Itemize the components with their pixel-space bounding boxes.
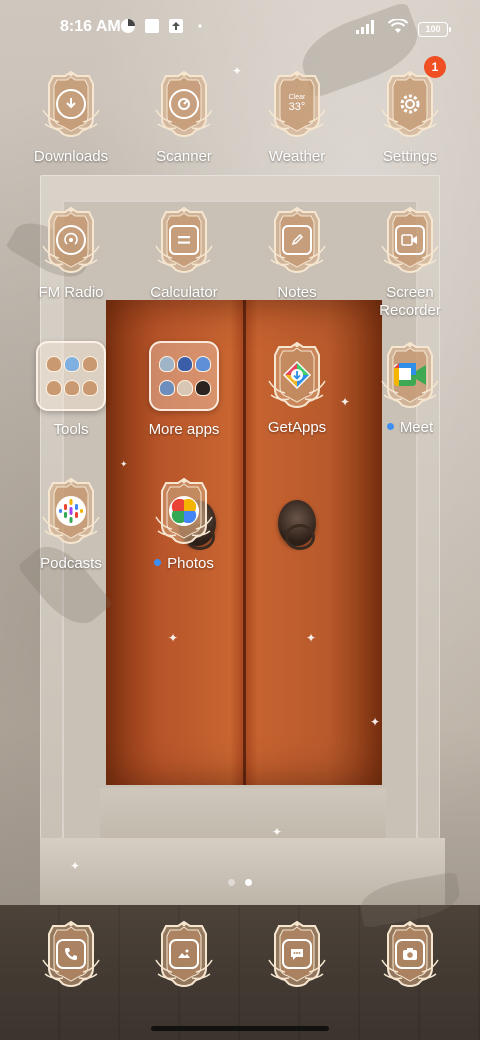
- app-settings[interactable]: 1 Settings: [353, 56, 467, 166]
- camera-icon: [378, 920, 442, 988]
- messages-icon: [265, 920, 329, 988]
- new-install-dot: [154, 558, 162, 566]
- weather-temperature: 33°: [288, 101, 306, 113]
- status-bar: 8:16 AM 100: [0, 0, 480, 56]
- calculator-icon: [152, 206, 216, 274]
- new-install-dot: [386, 422, 394, 430]
- app-podcasts[interactable]: Podcasts: [14, 477, 128, 573]
- folder-icon: [149, 341, 219, 411]
- battery-icon: 100: [418, 21, 451, 37]
- screen-recorder-icon: [378, 206, 442, 274]
- app-label: GetApps: [267, 419, 327, 436]
- app-label: Tools: [53, 421, 89, 438]
- dock-messages[interactable]: [265, 920, 329, 988]
- wifi-icon: [387, 18, 409, 39]
- clock: 8:16 AM: [60, 18, 121, 35]
- page-dot-active[interactable]: [245, 879, 252, 886]
- app-meet[interactable]: Meet: [353, 341, 467, 437]
- notification-badge: 1: [424, 56, 446, 78]
- gear-icon: 1: [378, 56, 446, 138]
- app-label: Screen Recorder: [379, 284, 441, 319]
- dot-icon: [192, 18, 208, 34]
- upload-icon: [168, 18, 184, 34]
- folder-more-apps[interactable]: More apps: [127, 341, 241, 439]
- radio-icon: [39, 206, 103, 274]
- weather-icon: Clear 33°: [265, 70, 329, 138]
- folder-icon: [36, 341, 106, 411]
- phone-icon: [39, 920, 103, 988]
- app-label: Settings: [382, 148, 438, 165]
- weather-condition: Clear: [288, 94, 306, 101]
- app-getapps[interactable]: GetApps: [240, 341, 354, 437]
- photos-icon: [152, 477, 216, 545]
- dock-phone[interactable]: [39, 920, 103, 988]
- home-gesture-bar[interactable]: [151, 1026, 329, 1031]
- gallery-icon: [152, 920, 216, 988]
- app-label: Meet: [353, 419, 467, 437]
- notes-icon: [265, 206, 329, 274]
- page-indicator: [228, 879, 252, 886]
- app-fm-radio[interactable]: FM Radio: [14, 206, 128, 302]
- app-label: More apps: [148, 421, 220, 438]
- download-icon: [39, 70, 103, 138]
- dock-camera[interactable]: [378, 920, 442, 988]
- meet-icon: [378, 341, 442, 409]
- app-label: Photos: [127, 555, 241, 573]
- data-saver-icon: [120, 18, 136, 34]
- app-calculator[interactable]: Calculator: [127, 206, 241, 302]
- app-label: FM Radio: [38, 284, 104, 301]
- app-label: Scanner: [156, 148, 212, 165]
- dock-gallery[interactable]: [152, 920, 216, 988]
- signal-icon: [356, 19, 378, 39]
- app-photos[interactable]: Photos: [127, 477, 241, 573]
- page-dot[interactable]: [228, 879, 235, 886]
- app-notes[interactable]: Notes: [240, 206, 354, 302]
- scanner-icon: [152, 70, 216, 138]
- app-label: Podcasts: [40, 555, 102, 572]
- app-label: Weather: [268, 148, 326, 165]
- folder-tools[interactable]: Tools: [14, 341, 128, 439]
- app-scanner[interactable]: Scanner: [127, 70, 241, 166]
- app-label: Notes: [277, 284, 317, 301]
- app-label: Calculator: [150, 284, 218, 301]
- podcasts-icon: [39, 477, 103, 545]
- app-weather[interactable]: Clear 33° Weather: [240, 70, 354, 166]
- app-downloads[interactable]: Downloads: [14, 70, 128, 166]
- app-screen-recorder[interactable]: Screen Recorder: [353, 206, 467, 320]
- square-icon: [144, 18, 160, 34]
- getapps-icon: [265, 341, 329, 409]
- app-label: Downloads: [33, 148, 109, 165]
